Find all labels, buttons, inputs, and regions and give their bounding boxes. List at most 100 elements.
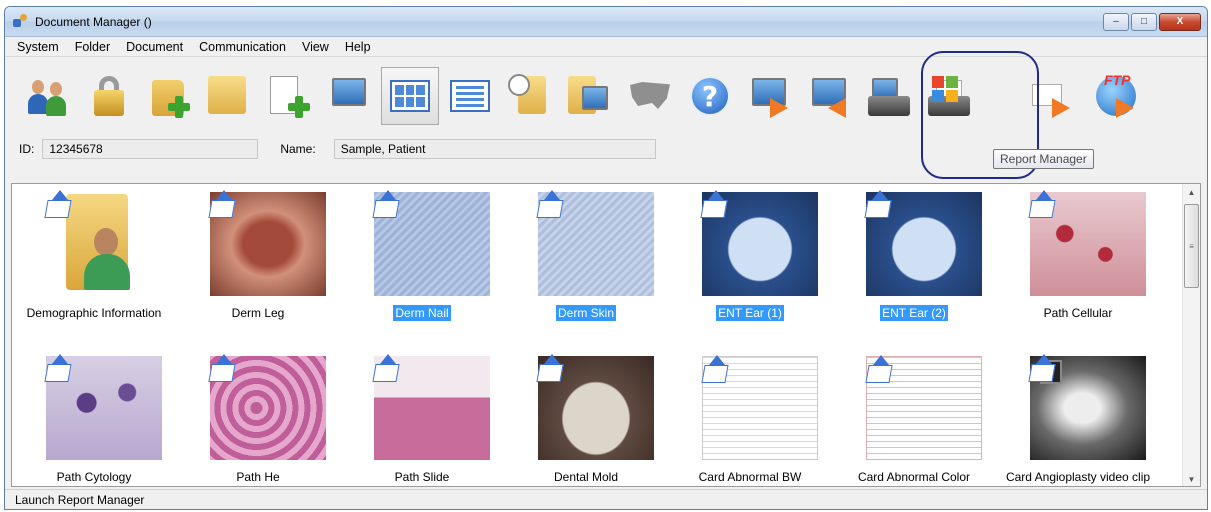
new-folder-button[interactable] — [141, 67, 199, 125]
folder-images-icon — [566, 72, 614, 120]
attachment-badge-icon — [1028, 190, 1058, 220]
thumbnail-image — [372, 354, 490, 460]
attachment-badge-icon — [1028, 354, 1058, 384]
thumbnail-label-text: Path Slide — [394, 470, 450, 484]
thumbnail-item[interactable]: Card Angioplasty video clip — [996, 352, 1160, 486]
list-view-button[interactable] — [441, 67, 499, 125]
thumbnail-label-text: Path He — [236, 470, 280, 484]
attachment-badge-icon — [865, 355, 895, 385]
new-folder-icon — [146, 72, 194, 120]
history-icon — [506, 72, 554, 120]
lock-icon — [86, 72, 134, 120]
thumbnail-image — [536, 354, 654, 460]
thumbnail-label-text: Path Cytology — [56, 470, 132, 484]
help-button[interactable]: ? — [681, 67, 739, 125]
folder-images-button[interactable] — [561, 67, 619, 125]
thumbnail-image — [864, 190, 982, 296]
thumbnail-view-button[interactable] — [381, 67, 439, 125]
attachment-badge-icon — [372, 354, 402, 384]
app-icon — [11, 13, 29, 31]
thumbnail-item[interactable]: Derm Skin — [504, 188, 668, 338]
thumbnail-image — [536, 190, 654, 296]
map-button[interactable] — [621, 67, 679, 125]
thumbnail-label-text: Derm Skin — [555, 305, 616, 321]
menu-folder[interactable]: Folder — [75, 40, 110, 54]
menu-system[interactable]: System — [17, 40, 59, 54]
map-icon — [626, 72, 674, 120]
menu-communication[interactable]: Communication — [199, 40, 286, 54]
thumbnail-label: Path He — [176, 470, 340, 484]
attachment-badge-icon — [208, 354, 238, 384]
thumbnail-item[interactable]: Card Abnormal BW — [668, 352, 832, 486]
print-button[interactable] — [861, 67, 919, 125]
thumbnail-item[interactable]: ENT Ear (2) — [832, 188, 996, 338]
menu-help[interactable]: Help — [345, 40, 371, 54]
thumbnail-item[interactable]: Derm Leg — [176, 188, 340, 338]
thumbnail-image — [372, 190, 490, 296]
thumbnail-item[interactable]: Path He — [176, 352, 340, 486]
status-bar: Launch Report Manager — [5, 489, 1207, 509]
history-button[interactable] — [501, 67, 559, 125]
thumbnail-label: Card Abnormal Color — [832, 470, 996, 484]
thumbnail-item[interactable]: Demographic Information — [12, 188, 176, 338]
scroll-up-arrow[interactable]: ▲ — [1183, 184, 1200, 201]
minimize-button[interactable]: – — [1103, 12, 1129, 31]
thumbnail-label: ENT Ear (2) — [832, 305, 996, 321]
thumbnail-item[interactable]: Path Cellular — [996, 188, 1160, 338]
menu-view[interactable]: View — [302, 40, 329, 54]
users-button[interactable] — [21, 67, 79, 125]
thumbnail-item[interactable]: Derm Nail — [340, 188, 504, 338]
thumbnail-label: ENT Ear (1) — [668, 305, 832, 321]
thumbnail-label: Derm Leg — [176, 306, 340, 320]
title-bar[interactable]: Document Manager () – □ X — [5, 7, 1207, 37]
name-field[interactable]: Sample, Patient — [333, 139, 656, 159]
print-icon — [866, 72, 914, 120]
thumbnail-label-text: Card Angioplasty video clip — [1005, 470, 1151, 484]
thumbnail-label-text: ENT Ear (1) — [716, 305, 784, 321]
close-button[interactable]: X — [1159, 12, 1201, 31]
new-document-icon — [266, 72, 314, 120]
report-manager-tooltip: Report Manager — [993, 149, 1094, 169]
thumbnail-item[interactable]: Dental Mold — [504, 352, 668, 486]
ftp-button[interactable]: FTP — [1083, 67, 1141, 125]
thumbnail-label: Path Slide — [340, 470, 504, 484]
thumbnail-image — [44, 354, 162, 460]
attachment-badge-icon — [208, 190, 238, 220]
window-title: Document Manager () — [35, 14, 152, 29]
help-icon: ? — [686, 72, 734, 120]
open-folder-button[interactable] — [201, 67, 259, 125]
lock-button[interactable] — [81, 67, 139, 125]
scroll-down-arrow[interactable]: ▼ — [1183, 471, 1200, 486]
import-image-icon — [326, 72, 374, 120]
attachment-badge-icon — [700, 190, 730, 220]
thumbnail-image — [700, 190, 818, 296]
thumbnail-label: Dental Mold — [504, 470, 668, 484]
new-document-button[interactable] — [261, 67, 319, 125]
maximize-button[interactable]: □ — [1131, 12, 1157, 31]
export-button[interactable] — [741, 67, 799, 125]
thumbnail-label: Path Cytology — [12, 470, 176, 484]
thumbnail-label-text: ENT Ear (2) — [880, 305, 948, 321]
attachment-badge-icon — [44, 354, 74, 384]
ftp-icon: FTP — [1088, 72, 1136, 120]
thumbnail-label-text: Derm Nail — [393, 305, 451, 321]
thumbnail-view-icon — [386, 72, 434, 120]
thumbnail-label: Derm Skin — [504, 305, 668, 321]
thumbnail-image — [1028, 354, 1146, 460]
thumbnail-item[interactable]: Path Slide — [340, 352, 504, 486]
import-image-button[interactable] — [321, 67, 379, 125]
list-view-icon — [446, 72, 494, 120]
thumbnail-item[interactable]: Card Abnormal Color — [832, 352, 996, 486]
scroll-thumb[interactable]: ≡ — [1184, 204, 1199, 288]
thumbnail-item[interactable]: Path Cytology — [12, 352, 176, 486]
menu-document[interactable]: Document — [126, 40, 183, 54]
attachment-badge-icon — [864, 190, 894, 220]
thumbnail-label-text: Demographic Information — [26, 306, 162, 320]
import-icon — [806, 72, 854, 120]
thumbnail-label-text: Card Abnormal Color — [857, 470, 971, 484]
import-button[interactable] — [801, 67, 859, 125]
document-thumbnail-pane[interactable]: Demographic Information Derm Leg Derm Nail… — [11, 183, 1201, 487]
id-field[interactable]: 12345678 — [42, 139, 259, 159]
vertical-scrollbar[interactable]: ▲ ≡ ▼ — [1182, 184, 1200, 486]
thumbnail-item[interactable]: ENT Ear (1) — [668, 188, 832, 338]
